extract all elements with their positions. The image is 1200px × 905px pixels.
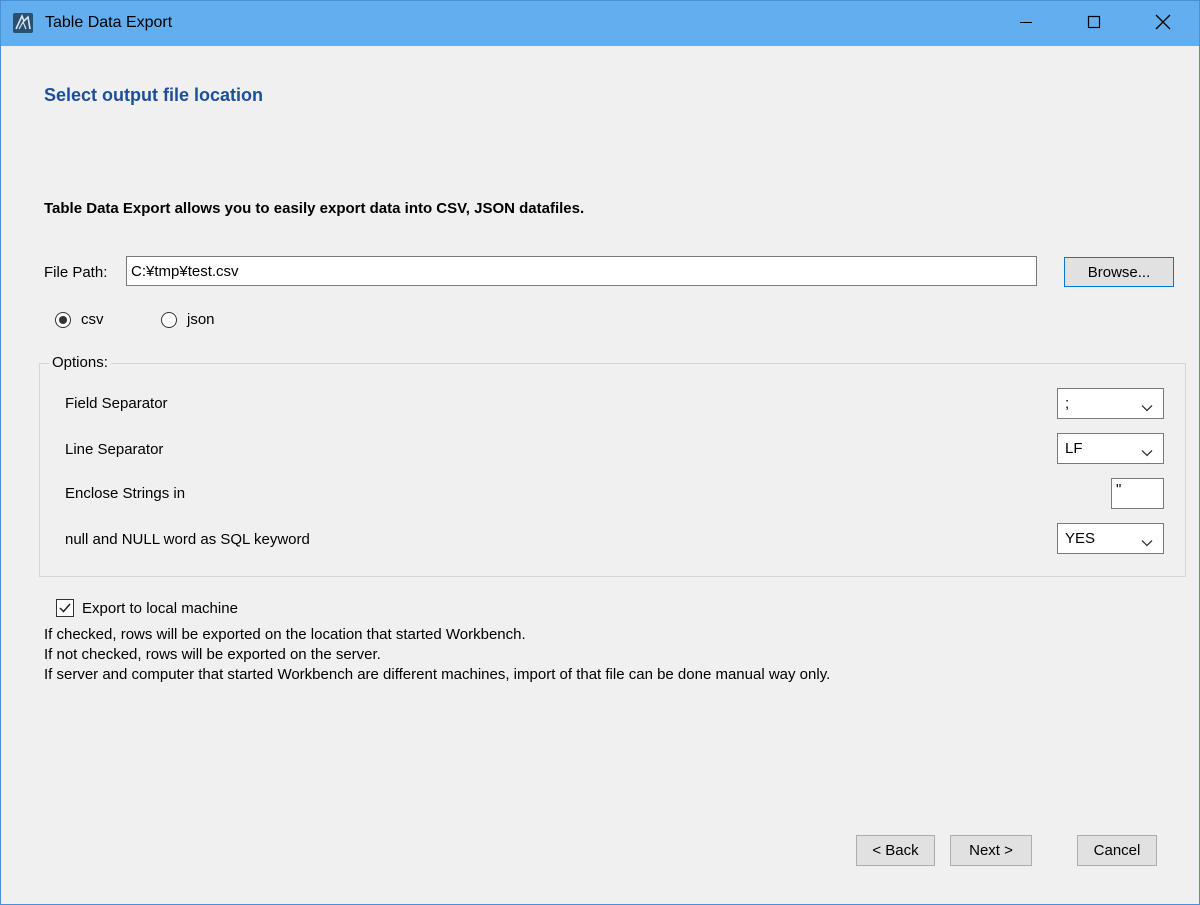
chevron-down-icon: [1141, 399, 1153, 416]
export-note-2: If not checked, rows will be exported on…: [44, 646, 381, 663]
format-radio-csv-label: csv: [81, 311, 104, 328]
table-data-export-window: Table Data Export Select output file loc…: [0, 0, 1200, 905]
close-button[interactable]: [1128, 1, 1198, 46]
maximize-button[interactable]: [1059, 1, 1129, 46]
format-radio-json[interactable]: json: [161, 311, 215, 328]
next-button[interactable]: Next >: [950, 835, 1032, 866]
field-separator-select[interactable]: ;: [1057, 388, 1164, 419]
file-path-input[interactable]: [126, 256, 1037, 286]
browse-button[interactable]: Browse...: [1064, 257, 1174, 287]
line-separator-label: Line Separator: [65, 441, 164, 458]
export-local-label: Export to local machine: [82, 600, 238, 617]
field-separator-label: Field Separator: [65, 395, 168, 412]
intro-text: Table Data Export allows you to easily e…: [44, 200, 585, 217]
null-keyword-value: YES: [1065, 530, 1096, 547]
window-title: Table Data Export: [45, 14, 173, 31]
close-icon: [1155, 14, 1171, 34]
options-legend: Options:: [49, 354, 111, 371]
cancel-button[interactable]: Cancel: [1077, 835, 1157, 866]
line-separator-select[interactable]: LF: [1057, 433, 1164, 464]
null-keyword-select[interactable]: YES: [1057, 523, 1164, 554]
back-button[interactable]: < Back: [856, 835, 935, 866]
radio-selected-icon: [55, 311, 71, 328]
enclose-strings-label: Enclose Strings in: [65, 485, 186, 502]
minimize-button[interactable]: [991, 1, 1061, 46]
format-radio-json-label: json: [187, 311, 215, 328]
page-heading: Select output file location: [44, 85, 264, 105]
minimize-icon: [1019, 15, 1033, 33]
mysql-workbench-icon: [13, 13, 33, 33]
checkmark-icon: [59, 603, 71, 613]
export-note-3: If server and computer that started Work…: [44, 666, 831, 683]
export-local-checkbox[interactable]: [56, 599, 74, 617]
file-path-label: File Path:: [44, 264, 108, 281]
chevron-down-icon: [1141, 444, 1153, 461]
chevron-down-icon: [1141, 534, 1153, 551]
export-note-1: If checked, rows will be exported on the…: [44, 626, 526, 643]
null-keyword-label: null and NULL word as SQL keyword: [65, 531, 310, 548]
format-radio-csv[interactable]: csv: [55, 311, 104, 328]
field-separator-value: ;: [1065, 395, 1070, 412]
title-bar: Table Data Export: [1, 1, 1199, 46]
line-separator-value: LF: [1065, 440, 1083, 457]
radio-unselected-icon: [161, 311, 177, 328]
maximize-icon: [1087, 15, 1101, 33]
enclose-strings-input[interactable]: ": [1111, 478, 1164, 509]
